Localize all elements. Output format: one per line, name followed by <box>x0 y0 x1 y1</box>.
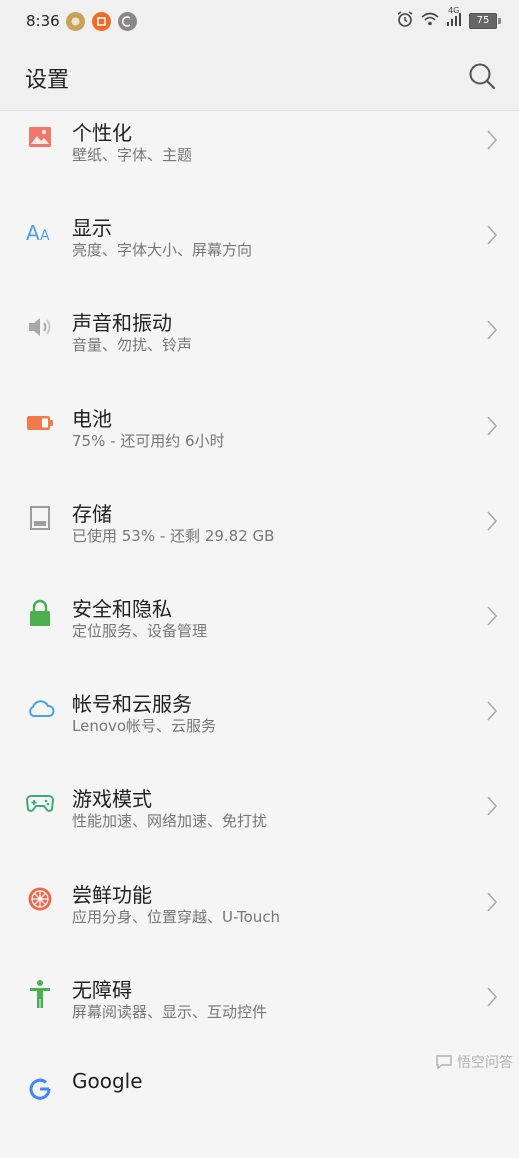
settings-item-subtitle: 壁纸、字体、主题 <box>72 146 193 164</box>
settings-item-subtitle: 性能加速、网络加速、免打扰 <box>72 812 268 831</box>
chevron-right-icon <box>487 225 498 245</box>
wifi-icon <box>421 11 439 31</box>
settings-item-labs[interactable]: 尝鲜功能 应用分身、位置穿越、U-Touch <box>0 873 519 968</box>
settings-item-google[interactable]: Google <box>0 1063 519 1158</box>
chevron-right-icon <box>487 511 498 531</box>
chevron-right-icon <box>487 416 498 436</box>
search-button[interactable] <box>467 61 497 91</box>
notification-app-icon-1 <box>66 12 85 31</box>
network-type: 4G <box>448 6 460 15</box>
sd-card-icon <box>24 502 56 534</box>
chevron-right-icon <box>487 987 498 1007</box>
cloud-icon <box>24 692 56 724</box>
speech-bubble-icon <box>436 1055 452 1070</box>
wallpaper-icon <box>24 121 56 153</box>
chevron-right-icon <box>487 606 498 626</box>
notification-app-icon-3 <box>118 12 137 31</box>
page-title: 设置 <box>25 68 70 93</box>
settings-item-title: Google <box>72 1068 143 1093</box>
settings-item-title: 帐号和云服务 <box>72 692 192 717</box>
settings-item-title: 无障碍 <box>72 977 132 1002</box>
settings-item-title: 声音和振动 <box>72 311 172 336</box>
settings-item-security[interactable]: 安全和隐私 定位服务、设备管理 <box>0 587 519 682</box>
settings-item-title: 安全和隐私 <box>72 596 172 621</box>
svg-text:A: A <box>26 221 40 243</box>
settings-item-accounts[interactable]: 帐号和云服务 Lenovo帐号、云服务 <box>0 682 519 777</box>
settings-item-title: 电池 <box>72 406 112 431</box>
settings-item-subtitle: 应用分身、位置穿越、U-Touch <box>72 907 281 926</box>
search-icon <box>469 63 496 90</box>
settings-list: 个性化 壁纸、字体、主题 AA 显示 亮度、字体大小、屏幕方向 声音和振动 音量… <box>0 111 519 1158</box>
app-header: 设置 <box>0 44 519 111</box>
settings-item-accessibility[interactable]: 无障碍 屏幕阅读器、显示、互动控件 <box>0 968 519 1063</box>
battery-icon <box>24 407 56 439</box>
settings-item-subtitle: 音量、勿扰、铃声 <box>72 336 193 355</box>
watermark: 悟空问答 <box>435 1052 513 1072</box>
settings-item-game-mode[interactable]: 游戏模式 性能加速、网络加速、免打扰 <box>0 777 519 872</box>
settings-item-sound[interactable]: 声音和振动 音量、勿扰、铃声 <box>0 301 519 396</box>
alarm-icon <box>396 10 414 32</box>
settings-item-subtitle: 屏幕阅读器、显示、互动控件 <box>72 1002 268 1021</box>
speaker-icon <box>24 311 56 343</box>
status-time: 8:36 <box>26 12 60 30</box>
settings-item-subtitle: 已使用 53% - 还剩 29.82 GB <box>72 526 275 545</box>
settings-item-subtitle: Lenovo帐号、云服务 <box>72 717 217 736</box>
chevron-right-icon <box>487 701 498 721</box>
settings-item-storage[interactable]: 存储 已使用 53% - 还剩 29.82 GB <box>0 492 519 587</box>
orange-slice-icon <box>24 883 56 915</box>
notification-app-icon-2 <box>92 12 111 31</box>
watermark-text: 悟空问答 <box>457 1055 513 1071</box>
gamepad-icon <box>24 787 56 819</box>
status-bar: 8:36 4G 75 <box>0 0 519 44</box>
google-icon <box>24 1073 56 1105</box>
signal-icon: 4G <box>446 6 462 31</box>
settings-item-subtitle: 定位服务、设备管理 <box>72 621 208 640</box>
settings-item-personalization[interactable]: 个性化 壁纸、字体、主题 <box>0 111 519 206</box>
settings-item-title: 游戏模式 <box>72 787 152 812</box>
settings-item-display[interactable]: AA 显示 亮度、字体大小、屏幕方向 <box>0 206 519 301</box>
accessibility-icon <box>24 978 56 1010</box>
svg-text:A: A <box>40 228 50 243</box>
status-right-icons: 4G 75 <box>396 6 501 32</box>
settings-item-title: 尝鲜功能 <box>72 882 152 907</box>
settings-item-subtitle: 亮度、字体大小、屏幕方向 <box>72 241 253 260</box>
settings-item-title: 显示 <box>72 216 112 241</box>
settings-item-title: 存储 <box>72 501 112 526</box>
battery-indicator: 75 <box>469 13 501 29</box>
settings-item-battery[interactable]: 电池 75% - 还可用约 6小时 <box>0 397 519 492</box>
lock-icon <box>24 597 56 629</box>
chevron-right-icon <box>487 796 498 816</box>
font-size-icon: AA <box>24 216 56 248</box>
settings-item-title: 个性化 <box>72 121 132 145</box>
settings-item-subtitle: 75% - 还可用约 6小时 <box>72 431 225 450</box>
chevron-right-icon <box>487 891 498 912</box>
chevron-right-icon <box>487 130 498 150</box>
chevron-right-icon <box>487 320 498 340</box>
